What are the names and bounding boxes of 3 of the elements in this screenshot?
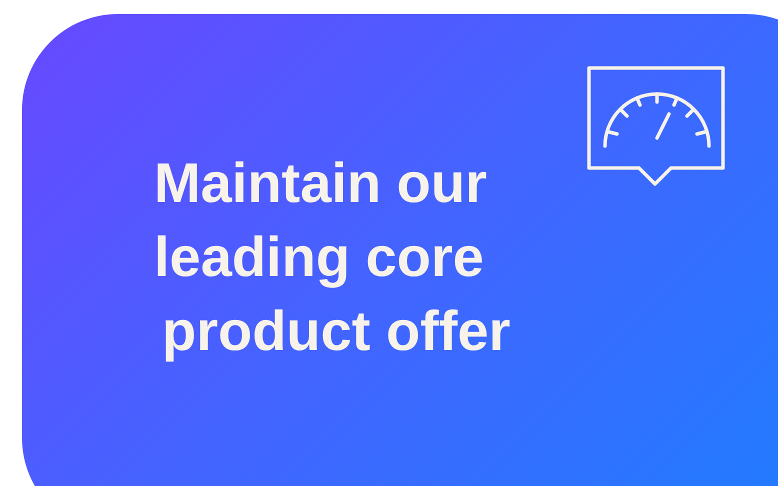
heading-line: leading core bbox=[154, 224, 485, 290]
heading-line: Maintain our bbox=[154, 150, 488, 216]
heading-line: product offer bbox=[161, 298, 512, 364]
